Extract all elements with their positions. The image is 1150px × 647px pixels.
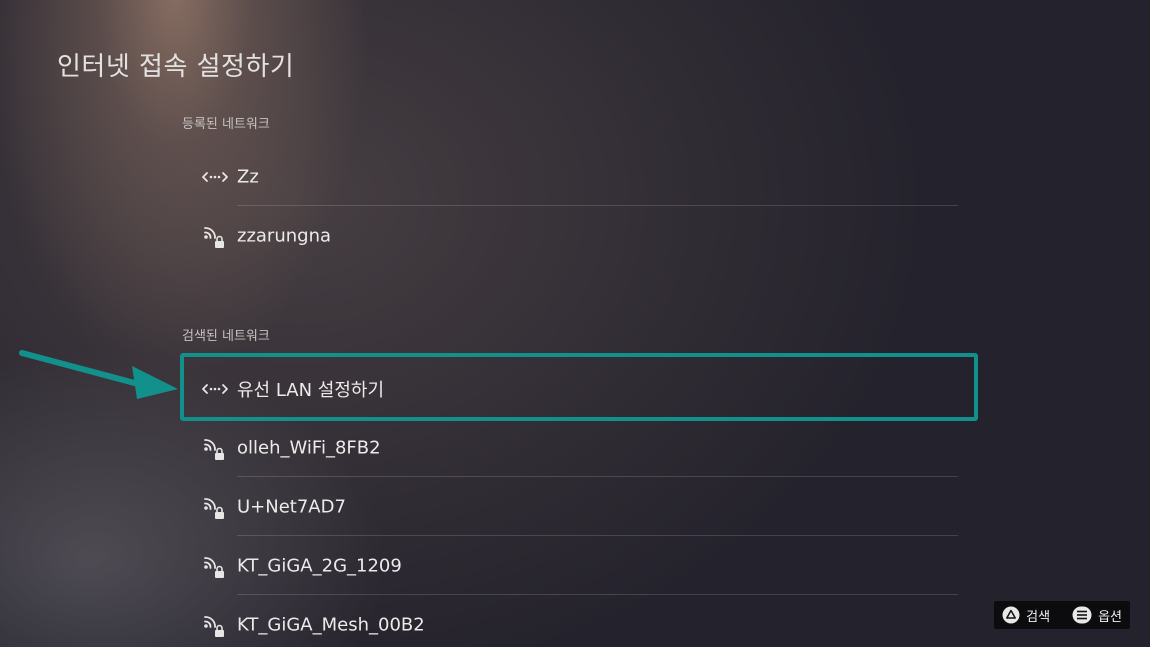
search-label: 검색 bbox=[1026, 609, 1051, 625]
row-divider bbox=[237, 594, 958, 595]
wired-lan-icon bbox=[200, 374, 230, 404]
network-item-kt-giga-mesh[interactable]: KT_GiGA_Mesh_00B2 bbox=[182, 596, 958, 647]
row-divider bbox=[237, 476, 958, 477]
network-item-zz[interactable]: Zz bbox=[182, 148, 958, 206]
triangle-button-icon bbox=[1002, 606, 1020, 624]
network-label: 유선 LAN 설정하기 bbox=[237, 380, 385, 401]
footer-controls: 검색 옵션 bbox=[994, 601, 1130, 629]
options-label: 옵션 bbox=[1098, 609, 1122, 625]
network-label: U+Net7AD7 bbox=[237, 496, 346, 518]
network-label: KT_GiGA_Mesh_00B2 bbox=[237, 614, 425, 636]
network-item-kt-giga-2g[interactable]: KT_GiGA_2G_1209 bbox=[182, 537, 958, 595]
wifi-locked-icon bbox=[200, 492, 230, 522]
network-item-unet[interactable]: U+Net7AD7 bbox=[182, 478, 958, 536]
page-title: 인터넷 접속 설정하기 bbox=[57, 52, 295, 82]
scanned-networks-header: 검색된 네트워크 bbox=[182, 329, 270, 344]
row-divider bbox=[237, 535, 958, 536]
wifi-locked-icon bbox=[200, 433, 230, 463]
wifi-locked-icon bbox=[200, 551, 230, 581]
options-control[interactable]: 옵션 bbox=[1072, 606, 1122, 625]
network-label: Zz bbox=[237, 166, 259, 188]
network-item-wired-lan-setup[interactable]: 유선 LAN 설정하기 bbox=[182, 360, 958, 418]
network-item-zzarungna[interactable]: zzarungna bbox=[182, 207, 958, 265]
network-label: zzarungna bbox=[237, 225, 332, 247]
wifi-locked-icon bbox=[200, 610, 230, 640]
row-divider bbox=[237, 205, 958, 206]
network-item-olleh-wifi[interactable]: olleh_WiFi_8FB2 bbox=[182, 419, 958, 477]
wired-lan-icon bbox=[200, 162, 230, 192]
search-control[interactable]: 검색 bbox=[1002, 606, 1050, 625]
options-button-icon bbox=[1072, 606, 1092, 624]
network-label: olleh_WiFi_8FB2 bbox=[237, 437, 381, 459]
registered-networks-header: 등록된 네트워크 bbox=[182, 117, 270, 132]
network-label: KT_GiGA_2G_1209 bbox=[237, 555, 402, 577]
wifi-locked-icon bbox=[200, 221, 230, 251]
